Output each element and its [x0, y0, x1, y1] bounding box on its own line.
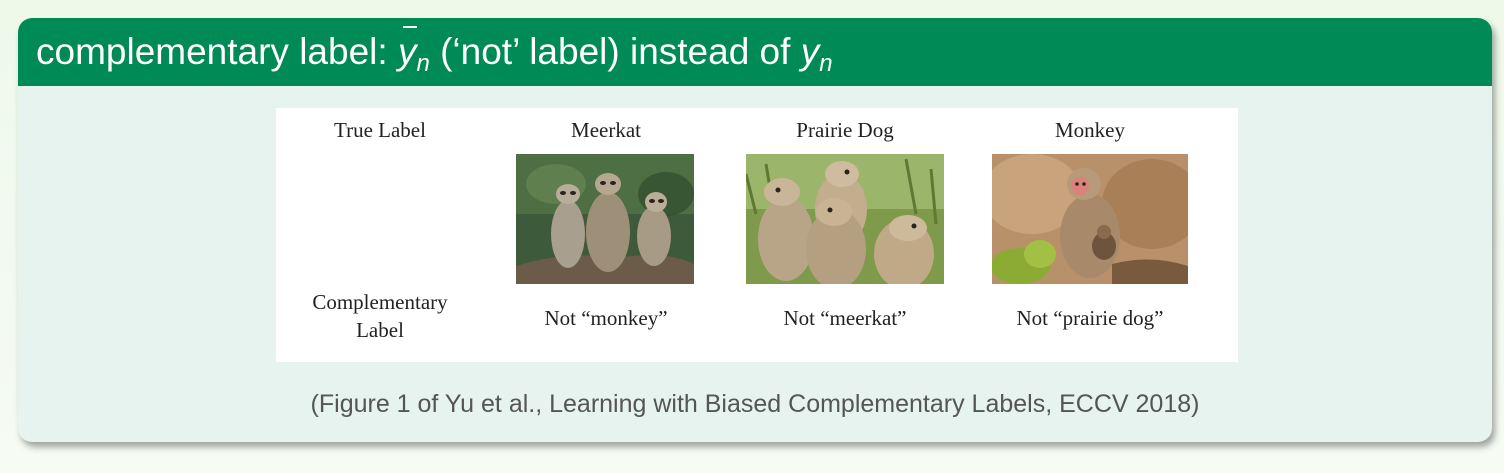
complementary-label-prairie-dog: Not “meerkat”	[783, 306, 907, 330]
slide-block: complementary label: yn (‘not’ label) in…	[18, 18, 1492, 442]
true-label-monkey: Monkey	[1055, 118, 1125, 142]
title-middle: (‘not’ label) instead of	[429, 31, 801, 72]
complementary-label-heading: Complementary Label	[296, 288, 464, 344]
title-ybar-sub: n	[416, 50, 430, 77]
complementary-heading-line1: Complementary	[312, 290, 448, 314]
meerkat-photo	[516, 154, 694, 284]
complementary-heading-line2: Label	[356, 318, 404, 342]
prairie-dog-photo	[746, 154, 944, 284]
monkey-photo	[992, 154, 1188, 284]
true-label-prairie-dog: Prairie Dog	[796, 118, 894, 142]
true-label-heading: True Label	[334, 118, 426, 142]
figure: True Label Complementary Label Meerkat N…	[276, 108, 1238, 362]
figure-caption: (Figure 1 of Yu et al., Learning with Bi…	[310, 390, 1200, 418]
title-y-sub: n	[819, 50, 833, 77]
title-y-var: y	[800, 31, 820, 72]
true-label-meerkat: Meerkat	[571, 118, 641, 142]
title-ybar-var: y	[398, 18, 417, 86]
complementary-label-monkey: Not “prairie dog”	[1016, 306, 1164, 330]
block-title: complementary label: yn (‘not’ label) in…	[18, 18, 1492, 86]
complementary-label-meerkat: Not “monkey”	[544, 306, 668, 330]
title-prefix: complementary label:	[36, 31, 398, 72]
